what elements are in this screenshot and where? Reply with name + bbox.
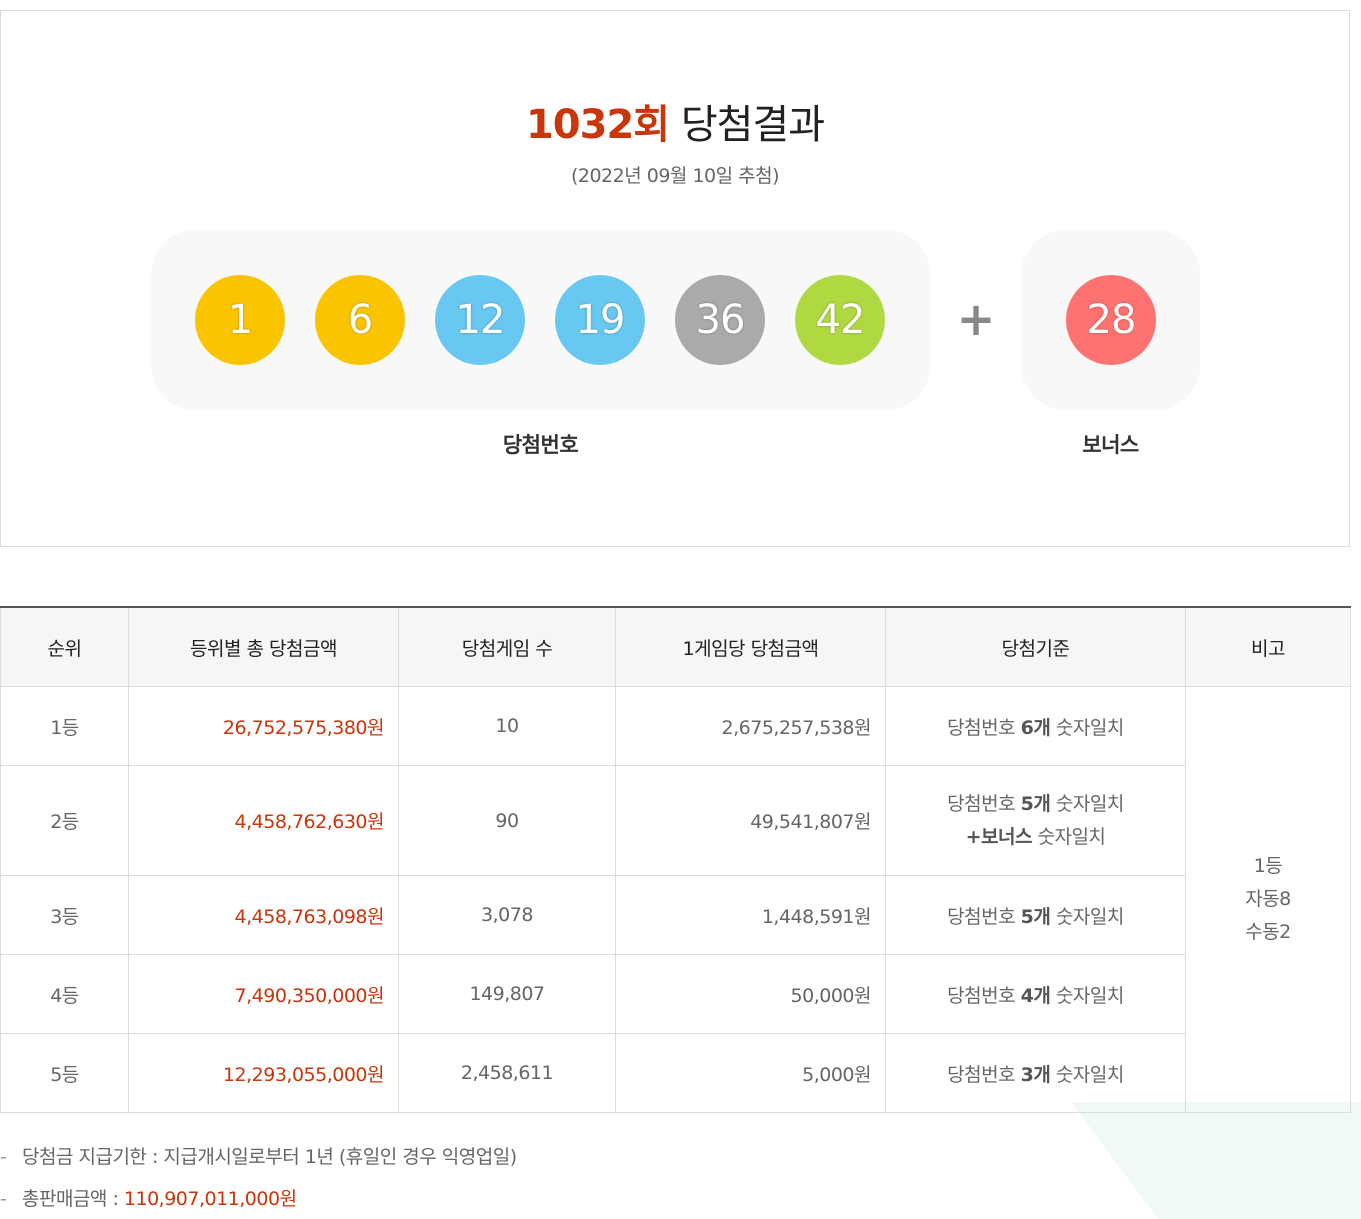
rank-cell: 1등 (0, 686, 129, 766)
rank-cell: 3등 (0, 875, 129, 955)
header-note: 비고 (1185, 607, 1351, 687)
criteria-cell: 당첨번호 4개 숫자일치 (885, 954, 1186, 1034)
per-game-prize-cell: 2,675,257,538원 (615, 686, 886, 766)
per-game-prize-cell: 50,000원 (615, 954, 886, 1034)
criteria-cell: 당첨번호 3개 숫자일치 (885, 1033, 1186, 1113)
deadline-label: 당첨금 지급기한 : (22, 1146, 164, 1168)
winning-ball: 1 (195, 275, 285, 365)
header-winner-count: 당첨게임 수 (398, 607, 616, 687)
draw-date: (2022년 09월 10일 추첨) (570, 165, 780, 187)
winner-count-cell: 2,458,611 (398, 1033, 616, 1113)
background-decoration (1071, 1102, 1361, 1219)
total-prize-cell: 12,293,055,000원 (128, 1033, 399, 1113)
winner-count-cell: 90 (398, 765, 616, 876)
winner-count-cell: 10 (398, 686, 616, 766)
per-game-prize-cell: 49,541,807원 (615, 765, 886, 876)
winning-numbers-panel: 1 6 12 19 36 42 (151, 230, 930, 410)
criteria-cell: 당첨번호 6개 숫자일치 (885, 686, 1186, 766)
header-total-prize: 등위별 총 당첨금액 (128, 607, 399, 687)
per-game-prize-cell: 5,000원 (615, 1033, 886, 1113)
rank-cell: 2등 (0, 765, 129, 876)
total-prize-cell: 7,490,350,000원 (128, 954, 399, 1034)
plus-icon: + (956, 292, 996, 346)
title-suffix: 당첨결과 (680, 102, 825, 148)
winning-numbers-label: 당첨번호 (502, 433, 579, 457)
winner-count-cell: 149,807 (398, 954, 616, 1034)
sales-value: 110,907,011,000원 (123, 1188, 297, 1210)
total-prize-cell: 4,458,763,098원 (128, 875, 399, 955)
rank-cell: 5등 (0, 1033, 129, 1113)
list-dash: - (0, 1146, 7, 1168)
winning-ball: 6 (315, 275, 405, 365)
winning-ball: 19 (555, 275, 645, 365)
total-sales-note: - 총판매금액 : 110,907,011,000원 (0, 1184, 297, 1211)
header-per-game-prize: 1게임당 당첨금액 (615, 607, 886, 687)
list-dash: - (0, 1188, 7, 1210)
prize-table: 순위 등위별 총 당첨금액 당첨게임 수 1게임당 당첨금액 당첨기준 비고 1… (0, 606, 1351, 1113)
page-title: 1032회 당첨결과 (1, 97, 1349, 153)
bonus-ball: 28 (1066, 275, 1156, 365)
winning-ball: 12 (435, 275, 525, 365)
winning-ball: 36 (675, 275, 765, 365)
bonus-number-panel: 28 (1021, 230, 1200, 410)
per-game-prize-cell: 1,448,591원 (615, 875, 886, 955)
total-prize-cell: 26,752,575,380원 (128, 686, 399, 766)
winning-ball: 42 (795, 275, 885, 365)
payment-deadline-note: - 당첨금 지급기한 : 지급개시일로부터 1년 (휴일인 경우 익영업일) (0, 1142, 517, 1169)
winner-count-cell: 3,078 (398, 875, 616, 955)
bonus-label: 보너스 (1082, 433, 1139, 457)
note-cell: 1등 자동8 수동2 (1185, 686, 1351, 1113)
table-row: 3등 4,458,763,098원 3,078 1,448,591원 당첨번호 … (0, 875, 1351, 955)
criteria-cell: 당첨번호 5개 숫자일치 +보너스 숫자일치 (885, 765, 1186, 876)
header-criteria: 당첨기준 (885, 607, 1186, 687)
deadline-value: 지급개시일로부터 1년 (휴일인 경우 익영업일) (163, 1146, 517, 1168)
total-prize-cell: 4,458,762,630원 (128, 765, 399, 876)
round-number: 1032회 (525, 102, 670, 148)
table-row: 4등 7,490,350,000원 149,807 50,000원 당첨번호 4… (0, 954, 1351, 1034)
sales-label: 총판매금액 : (22, 1188, 124, 1210)
criteria-cell: 당첨번호 5개 숫자일치 (885, 875, 1186, 955)
rank-cell: 4등 (0, 954, 129, 1034)
table-row: 2등 4,458,762,630원 90 49,541,807원 당첨번호 5개… (0, 765, 1351, 876)
table-row: 1등 26,752,575,380원 10 2,675,257,538원 당첨번… (0, 686, 1351, 1113)
table-row: 5등 12,293,055,000원 2,458,611 5,000원 당첨번호… (0, 1033, 1351, 1113)
header-rank: 순위 (0, 607, 129, 687)
draw-result-panel: 1032회 당첨결과 (2022년 09월 10일 추첨) 1 6 12 19 … (0, 10, 1350, 547)
